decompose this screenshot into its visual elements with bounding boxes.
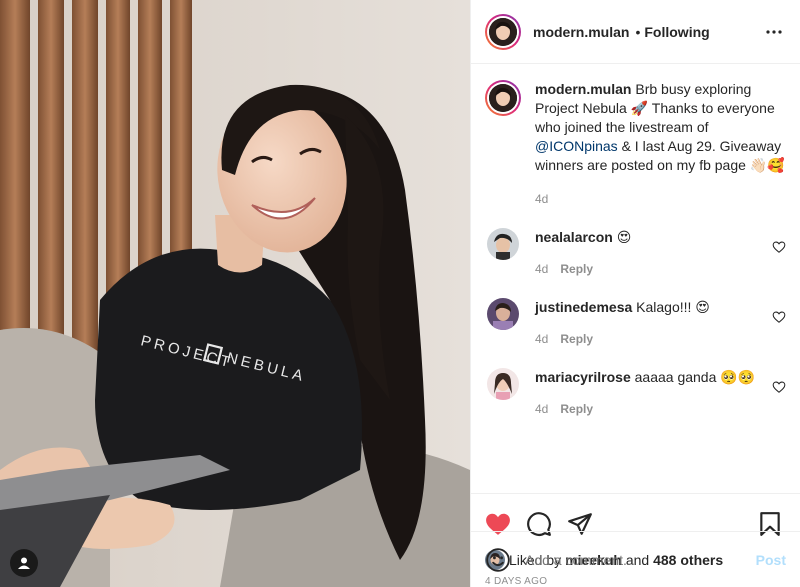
comment-timestamp[interactable]: 4d [535, 332, 548, 346]
post-sidebar: modern.mulan • Following modern.mulan Br… [470, 0, 800, 587]
reply-button[interactable]: Reply [560, 332, 593, 346]
comment-like-heart-icon[interactable] [772, 380, 786, 394]
author-avatar[interactable] [485, 13, 521, 50]
comment-text: Kalago!!! 😍 [636, 299, 710, 315]
post-caption: modern.mulan Brb busy exploring Project … [485, 80, 786, 206]
post-header: modern.mulan • Following [471, 0, 800, 64]
commenter-avatar[interactable] [487, 228, 519, 260]
photo-illustration: PROJECT NEBULA [0, 0, 470, 587]
comment-like-heart-icon[interactable] [772, 240, 786, 254]
comment-like-heart-icon[interactable] [772, 310, 786, 324]
caption-text: modern.mulan Brb busy exploring Project … [535, 80, 785, 175]
instagram-post-modal: PROJECT NEBULA modern.mulan • Following … [0, 0, 800, 587]
tagged-users-icon[interactable] [10, 549, 38, 577]
comment-item: justinedemesa Kalago!!! 😍 4d Reply [485, 298, 786, 346]
reply-button[interactable]: Reply [560, 402, 593, 416]
comments-section[interactable]: modern.mulan Brb busy exploring Project … [471, 64, 800, 494]
post-comment-button[interactable]: Post [756, 552, 786, 568]
comment-username[interactable]: mariacyrilrose [535, 369, 631, 385]
comment-timestamp[interactable]: 4d [535, 402, 548, 416]
comment-username[interactable]: justinedemesa [535, 299, 632, 315]
add-comment-input[interactable] [525, 551, 756, 568]
reply-button[interactable]: Reply [560, 262, 593, 276]
caption-mention-link[interactable]: @ICONpinas [535, 138, 618, 154]
comment-text: 😍 [616, 229, 632, 245]
separator-dot: • [635, 23, 641, 40]
author-username[interactable]: modern.mulan [533, 24, 629, 40]
commenter-avatar[interactable] [487, 298, 519, 330]
comment-item: nealalarcon 😍 4d Reply [485, 228, 786, 276]
comment-item: mariacyrilrose aaaaa ganda 🥺🥺 4d Reply [485, 368, 786, 416]
caption-avatar[interactable] [485, 80, 521, 116]
comment-timestamp[interactable]: 4d [535, 262, 548, 276]
comment-text: aaaaa ganda 🥺🥺 [634, 369, 756, 385]
add-comment-bar: Post [471, 531, 800, 587]
emoji-smiley-icon[interactable] [485, 547, 511, 573]
caption-username[interactable]: modern.mulan [535, 81, 631, 97]
commenter-avatar[interactable] [487, 368, 519, 400]
following-button[interactable]: Following [644, 24, 709, 40]
caption-timestamp[interactable]: 4d [535, 192, 785, 206]
comment-username[interactable]: nealalarcon [535, 229, 613, 245]
more-dots-icon[interactable] [762, 20, 786, 44]
post-photo[interactable]: PROJECT NEBULA [0, 0, 470, 587]
